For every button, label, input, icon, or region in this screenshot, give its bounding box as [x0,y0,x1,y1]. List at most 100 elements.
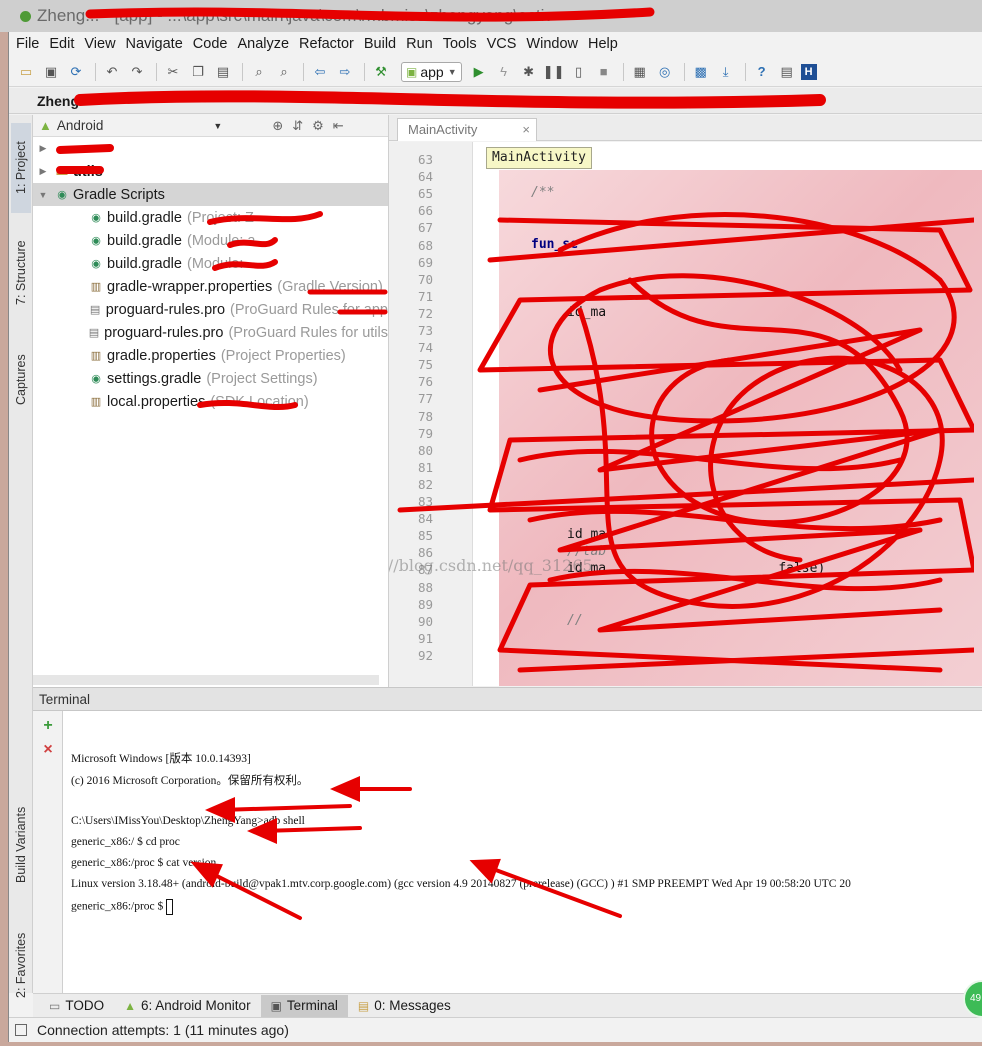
hide-panel-icon[interactable]: ⇤ [333,118,344,134]
replace-icon[interactable]: ⌕ [273,61,295,83]
hierarchy-icon[interactable]: H [800,63,817,80]
new-session-plus-icon[interactable]: + [39,717,57,735]
tree-item[interactable]: ▼ ◉ Gradle Scripts [33,183,388,206]
status-checkbox-icon[interactable] [15,1024,27,1036]
bottom-tab[interactable]: ▣ Terminal [260,994,348,1017]
line-number: 81 [417,459,433,475]
side-tab-build-variants[interactable]: Build Variants [11,785,31,905]
tree-item[interactable]: ▤ proguard-rules.pro (ProGuard Rules for u… [33,321,388,344]
chevron-down-icon[interactable]: ▼ [213,121,222,131]
menu-tools[interactable]: Tools [440,36,484,52]
open-folder-icon[interactable]: ▭ [15,61,37,83]
menu-navigate[interactable]: Navigate [123,36,190,52]
tree-item[interactable]: ◉ build.gradle (Project: Z [33,206,388,229]
collapse-all-icon[interactable]: ⇵ [292,118,303,134]
run-icon[interactable]: ▶ [468,61,490,83]
menu-build[interactable]: Build [361,36,403,52]
code-line: id_ma false) [567,561,826,577]
find-icon[interactable]: ⌕ [248,61,270,83]
tree-item-hint: (ProGuard Rules for app [230,301,388,318]
left-tool-strip: 1: Project 7: Structure Captures Build V… [9,115,33,998]
menu-file[interactable]: File [13,36,46,52]
apply-changes-icon[interactable]: ϟ [493,61,515,83]
terminal-output[interactable]: Microsoft Windows [版本 10.0.14393] (c) 201… [63,711,982,993]
menu-refactor[interactable]: Refactor [296,36,361,52]
forward-icon[interactable]: ⇨ [334,61,356,83]
close-session-icon[interactable]: × [39,741,57,759]
profile-icon[interactable]: ❚❚ [543,61,565,83]
make-project-icon[interactable]: ⚒ [370,61,392,83]
tree-item[interactable]: ◉ build.gradle (Module: a [33,229,388,252]
tree-item[interactable]: ▥ gradle-wrapper.properties (Gradle Versio… [33,275,388,298]
sdk-manager-icon[interactable]: ⤓ [715,61,737,83]
menu-edit[interactable]: Edit [46,36,81,52]
menu-window[interactable]: Window [523,36,585,52]
tree-item[interactable]: ▶ ▬ utils [33,160,388,183]
tree-item[interactable]: ◉ build.gradle (Module: [33,252,388,275]
bottom-tab[interactable]: ▭ TODO [39,995,114,1017]
settings-gear-icon[interactable]: ⚙ [312,118,324,134]
paste-icon[interactable]: ▤ [212,61,234,83]
tree-item[interactable]: ◉ settings.gradle (Project Settings) [33,367,388,390]
avd-manager-icon[interactable]: ▦ [629,61,651,83]
terminal-line: (c) 2016 Microsoft Corporation。保留所有权利。 [71,772,308,788]
expand-arrow-icon[interactable]: ▶ [37,166,49,177]
expand-arrow-icon[interactable]: ▼ [37,190,49,200]
cut-icon[interactable]: ✂ [162,61,184,83]
redo-icon[interactable]: ↷ [126,61,148,83]
side-tab-captures[interactable]: Captures [11,335,31,425]
bottom-tab[interactable]: ▤ 0: Messages [348,995,461,1017]
tree-item-hint: (Module: a [186,232,256,249]
tree-item[interactable]: ▤ proguard-rules.pro (ProGuard Rules for a… [33,298,388,321]
menu-run[interactable]: Run [403,36,440,52]
tree-item[interactable]: ▥ local.properties (SDK Location) [33,390,388,413]
close-icon[interactable]: × [522,119,530,141]
line-number: 84 [417,511,433,527]
undo-icon[interactable]: ↶ [101,61,123,83]
save-all-icon[interactable]: ▣ [40,61,62,83]
menu-help[interactable]: Help [585,36,625,52]
project-horizontal-scrollbar[interactable] [33,675,379,685]
tree-item-label: gradle.properties [107,347,216,364]
terminal-line: generic_x86:/proc $ cat version [71,857,216,869]
line-number: 92 [417,647,433,663]
line-number: 66 [417,203,433,219]
menu-analyze[interactable]: Analyze [234,36,296,52]
code-editor[interactable]: 63 64 65 66 67 68 69 70 71 72 73 74 75 76 77 78 79 80 81 82… [389,142,982,686]
gradle-icon: ◉ [91,258,101,270]
menu-view[interactable]: View [81,36,122,52]
folder-icon: ▬ [56,142,68,155]
help-icon[interactable]: ? [751,61,773,83]
project-view-mode[interactable]: Android [57,118,104,133]
sync-icon[interactable]: ⟳ [65,61,87,83]
toolbar-separator [303,62,304,81]
bottom-tab[interactable]: ▲ 6: Android Monitor [114,995,260,1017]
tree-item-hint: (Gradle Version) [277,278,383,295]
scroll-from-source-icon[interactable]: ⊕ [272,118,283,134]
menu-code[interactable]: Code [190,36,235,52]
breadcrumb-project[interactable]: Zheng [37,93,79,109]
stop-icon[interactable]: ■ [593,61,615,83]
side-tab-project[interactable]: 1: Project [11,123,31,213]
gradle-sync-icon[interactable]: ◎ [654,61,676,83]
android-device-monitor-icon[interactable]: ▤ [776,61,798,83]
expand-arrow-icon[interactable]: ▶ [37,143,49,154]
side-tab-structure[interactable]: 7: Structure [11,223,31,323]
line-number: 77 [417,391,433,407]
side-tab-favorites[interactable]: 2: Favorites [11,915,31,1015]
project-structure-icon[interactable]: ▩ [690,61,712,83]
line-number: 85 [417,528,433,544]
terminal-line: generic_x86:/proc $ [71,899,174,915]
tree-item-label: local.properties [107,393,206,410]
tree-item-hint: (Project Properties) [220,347,346,364]
editor-tab-mainactivity[interactable]: MainActivity × [397,118,537,141]
menu-vcs[interactable]: VCS [484,36,524,52]
copy-icon[interactable]: ❐ [187,61,209,83]
tree-item[interactable]: ▶ ▬ [33,137,388,160]
debug-icon[interactable]: ✱ [518,61,540,83]
attach-debugger-icon[interactable]: ▯ [568,61,590,83]
back-icon[interactable]: ⇦ [309,61,331,83]
tree-item[interactable]: ▥ gradle.properties (Project Properties) [33,344,388,367]
android-icon: ▲ [124,998,136,1013]
run-configuration-select[interactable]: ▣ app ▼ [401,61,462,82]
